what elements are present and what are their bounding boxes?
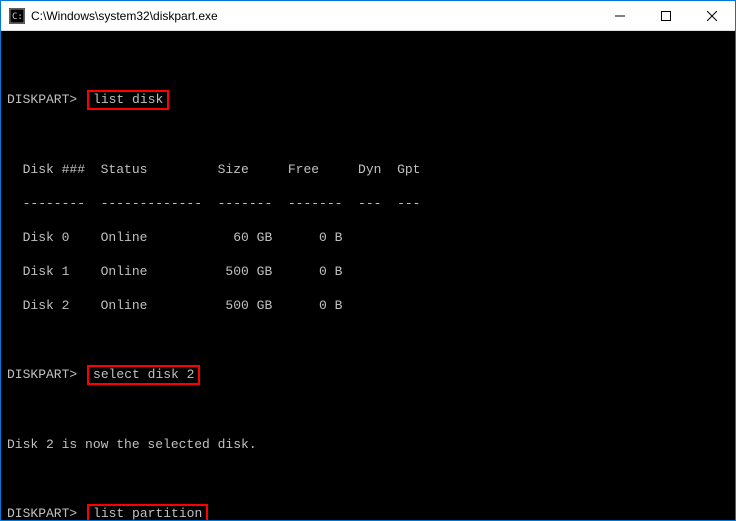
prompt: DISKPART> — [7, 367, 77, 382]
table-row: Disk 2 Online 500 GB 0 B — [7, 297, 729, 314]
close-button[interactable] — [689, 1, 735, 31]
cmd-select-disk: select disk 2 — [87, 365, 200, 385]
table-row: Disk 0 Online 60 GB 0 B — [7, 229, 729, 246]
disk-table-header: Disk ### Status Size Free Dyn Gpt — [7, 161, 729, 178]
cmd-list-partition: list partition — [87, 504, 208, 520]
prompt: DISKPART> — [7, 92, 77, 107]
svg-text:C:: C: — [12, 12, 23, 22]
titlebar[interactable]: C: C:\Windows\system32\diskpart.exe — [1, 1, 735, 31]
maximize-button[interactable] — [643, 1, 689, 31]
console-area[interactable]: DISKPART> list disk Disk ### Status Size… — [1, 31, 735, 520]
prompt: DISKPART> — [7, 506, 77, 520]
app-icon: C: — [9, 8, 25, 24]
window-controls — [597, 1, 735, 31]
window-title: C:\Windows\system32\diskpart.exe — [31, 9, 597, 23]
cmd-list-disk: list disk — [87, 90, 169, 110]
table-row: Disk 1 Online 500 GB 0 B — [7, 263, 729, 280]
msg-disk-selected: Disk 2 is now the selected disk. — [7, 436, 729, 453]
minimize-button[interactable] — [597, 1, 643, 31]
window-frame: C: C:\Windows\system32\diskpart.exe DISK… — [0, 0, 736, 521]
disk-table-divider: -------- ------------- ------- ------- -… — [7, 195, 729, 212]
